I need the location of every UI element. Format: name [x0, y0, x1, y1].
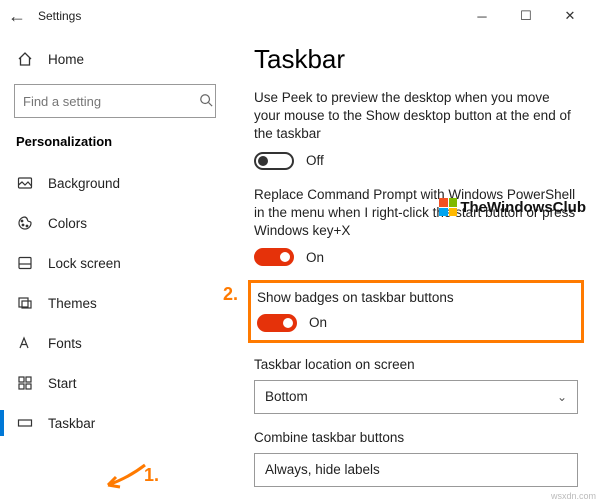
peek-toggle-state: Off [306, 153, 324, 168]
sidebar-category: Personalization [0, 128, 230, 163]
sidebar-item-label: Fonts [48, 336, 82, 351]
sidebar-home-label: Home [48, 52, 84, 67]
start-icon [16, 375, 34, 391]
sidebar: Home Personalization Background Colors L… [0, 32, 230, 503]
themes-icon [16, 295, 34, 311]
watermark: TheWindowsClub [439, 198, 586, 216]
search-box[interactable] [14, 84, 216, 118]
home-icon [16, 51, 34, 67]
attribution: wsxdn.com [551, 491, 596, 501]
cmd-toggle-state: On [306, 250, 324, 265]
content-pane: Taskbar Use Peek to preview the desktop … [230, 32, 600, 503]
combine-label: Combine taskbar buttons [254, 430, 578, 445]
peek-description: Use Peek to preview the desktop when you… [254, 89, 578, 144]
fonts-icon [16, 335, 34, 351]
sidebar-item-label: Themes [48, 296, 97, 311]
titlebar: ← Settings ─ ☐ ✕ [0, 0, 600, 32]
taskbar-icon [16, 415, 34, 431]
chevron-down-icon: ⌄ [557, 390, 567, 404]
sidebar-item-lockscreen[interactable]: Lock screen [0, 243, 230, 283]
badges-toggle[interactable] [257, 314, 297, 332]
lockscreen-icon [16, 255, 34, 271]
back-icon[interactable]: ← [8, 6, 32, 27]
combine-value: Always, hide labels [265, 462, 380, 477]
sidebar-item-label: Lock screen [48, 256, 121, 271]
maximize-button[interactable]: ☐ [504, 0, 548, 32]
sidebar-item-colors[interactable]: Colors [0, 203, 230, 243]
sidebar-item-label: Colors [48, 216, 87, 231]
sidebar-item-start[interactable]: Start [0, 363, 230, 403]
page-title: Taskbar [254, 44, 578, 75]
sidebar-item-label: Start [48, 376, 77, 391]
close-button[interactable]: ✕ [548, 0, 592, 32]
annotation-2: 2. [223, 284, 238, 305]
sidebar-item-fonts[interactable]: Fonts [0, 323, 230, 363]
sidebar-item-themes[interactable]: Themes [0, 283, 230, 323]
combine-select[interactable]: Always, hide labels [254, 453, 578, 487]
cmd-toggle[interactable] [254, 248, 294, 266]
minimize-button[interactable]: ─ [460, 0, 504, 32]
palette-icon [16, 215, 34, 231]
window-title: Settings [32, 9, 81, 23]
peek-toggle[interactable] [254, 152, 294, 170]
picture-icon [16, 175, 34, 191]
sidebar-home[interactable]: Home [0, 40, 230, 78]
badges-description: Show badges on taskbar buttons [257, 289, 575, 307]
windows-logo-icon [439, 198, 457, 216]
sidebar-item-label: Background [48, 176, 120, 191]
badges-toggle-state: On [309, 315, 327, 330]
watermark-text: TheWindowsClub [460, 199, 586, 216]
location-select[interactable]: Bottom ⌄ [254, 380, 578, 414]
location-value: Bottom [265, 389, 308, 404]
sidebar-item-background[interactable]: Background [0, 163, 230, 203]
sidebar-item-label: Taskbar [48, 416, 95, 431]
badges-highlight: Show badges on taskbar buttons On [248, 280, 584, 342]
search-input[interactable] [23, 94, 199, 109]
location-label: Taskbar location on screen [254, 357, 578, 372]
annotation-arrow-1 [100, 460, 150, 492]
sidebar-item-taskbar[interactable]: Taskbar [0, 403, 230, 443]
search-icon [199, 93, 213, 110]
